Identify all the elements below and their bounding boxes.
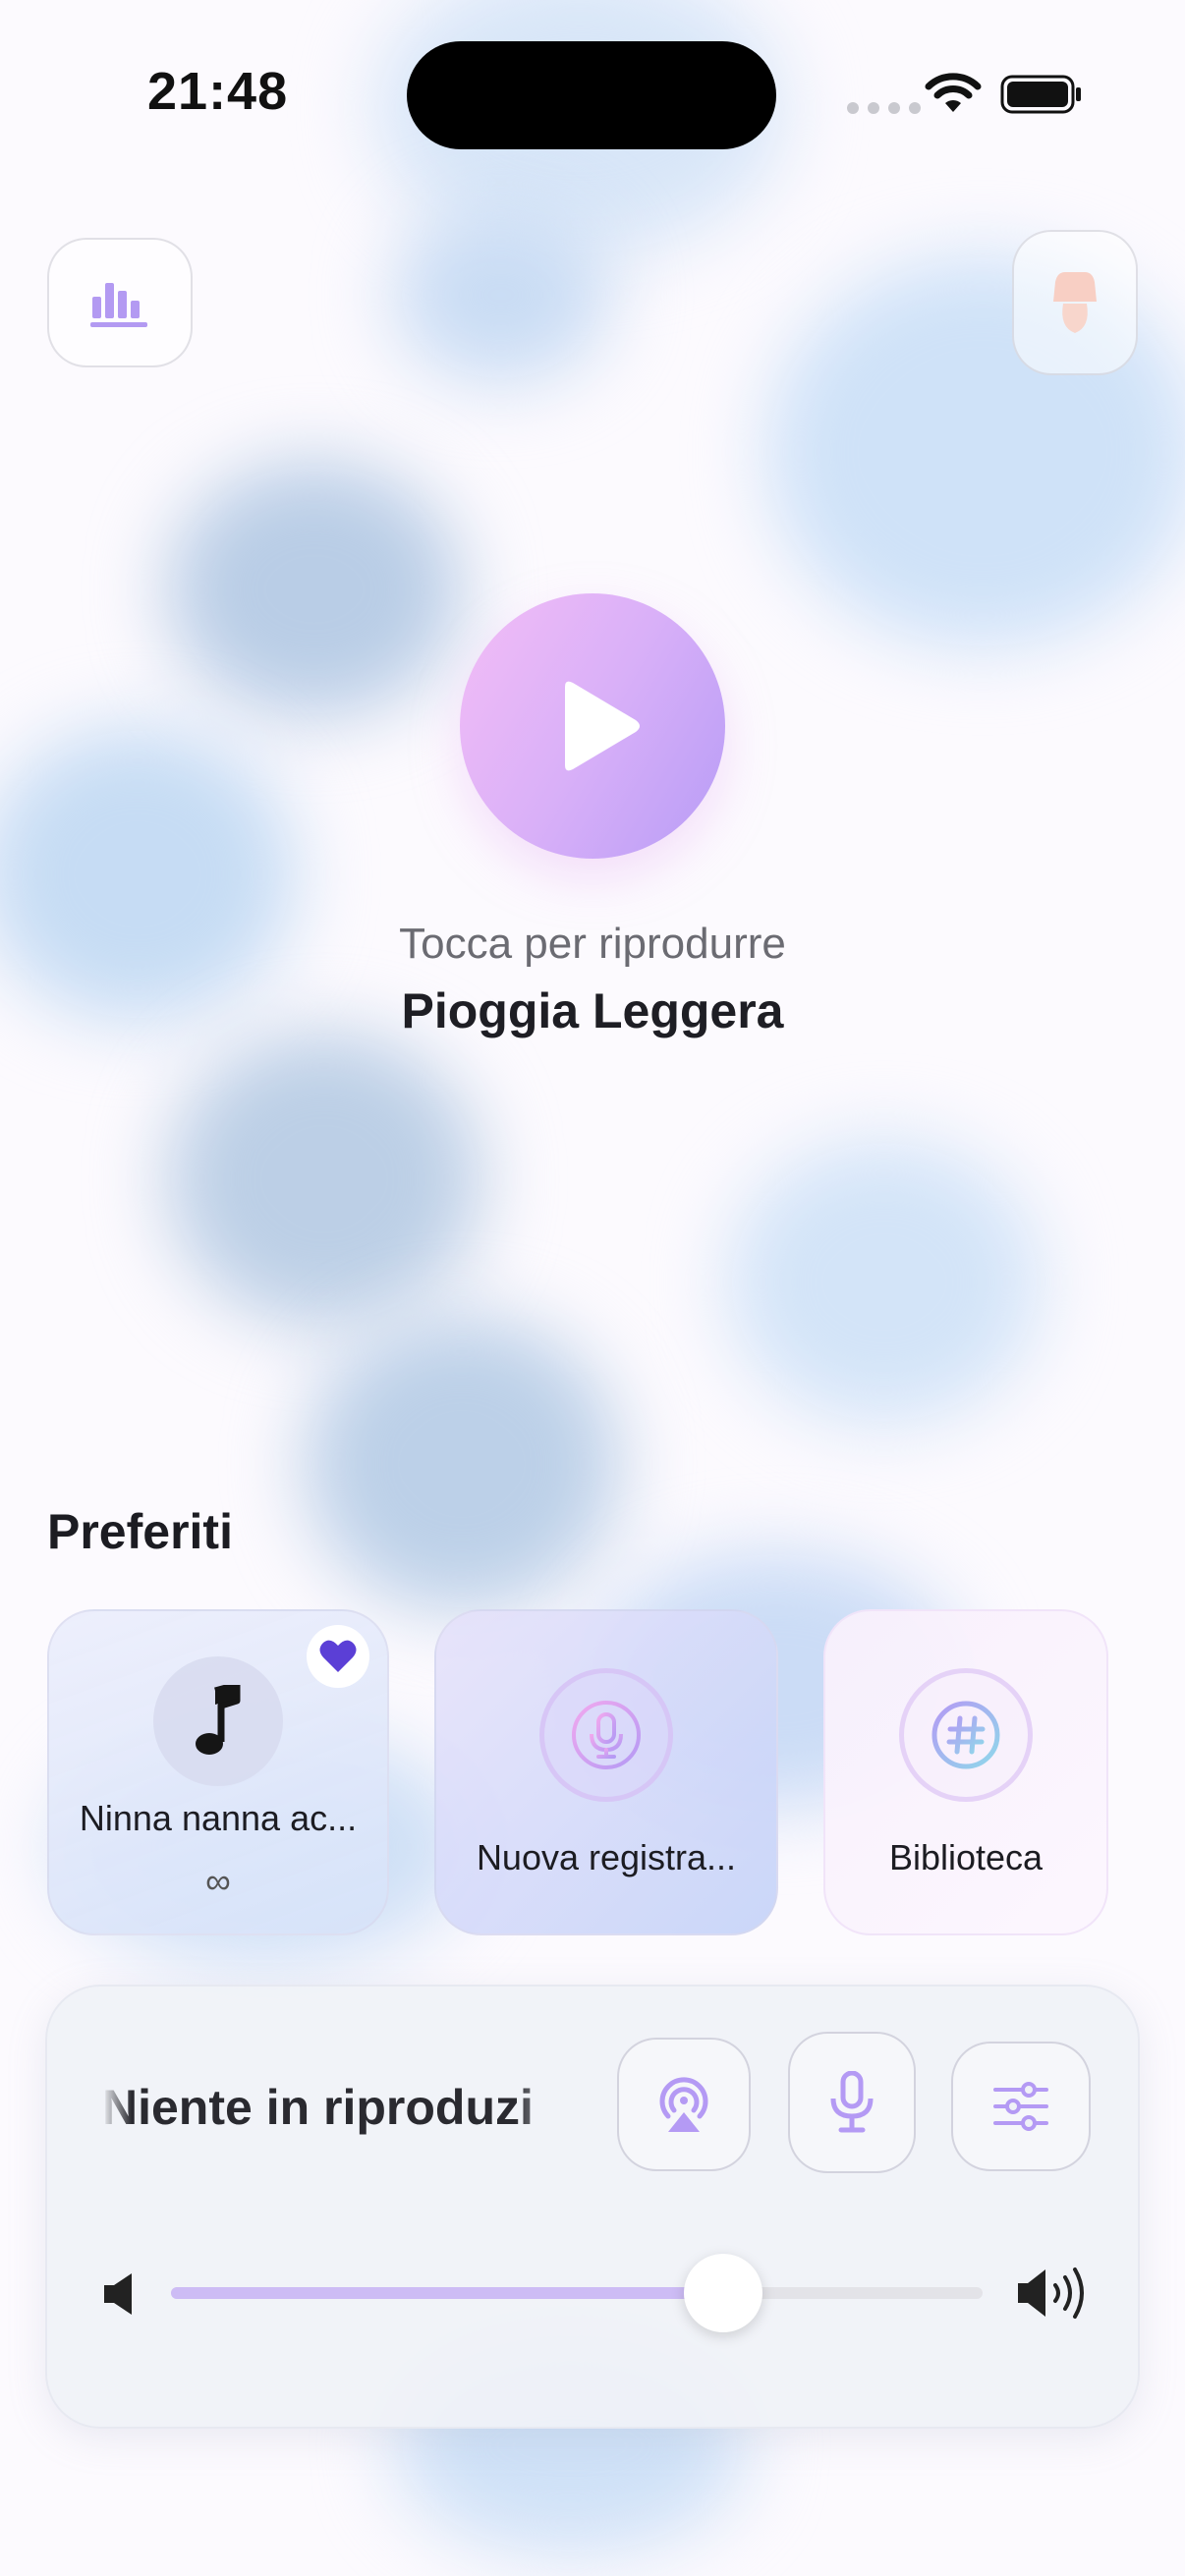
night-lamp-button[interactable]	[1012, 230, 1138, 375]
favorites-title: Preferiti	[47, 1504, 233, 1559]
hashtag-icon	[931, 1701, 1000, 1769]
volume-slider-fill	[171, 2287, 723, 2299]
record-button[interactable]	[788, 2032, 916, 2173]
airplay-icon	[659, 2077, 708, 2132]
microphone-icon	[572, 1701, 641, 1769]
favorite-card-new-recording[interactable]: Nuova registra...	[434, 1609, 778, 1935]
now-playing-text: Niente in riproduzi	[102, 2080, 534, 2135]
favorite-label: Ninna nanna ac...	[79, 1798, 358, 1838]
favorite-duration: ∞	[205, 1861, 231, 1901]
cellular-signal-icon	[847, 102, 921, 114]
microphone-icon	[830, 2071, 874, 2133]
sliders-icon	[993, 2082, 1048, 2131]
heart-icon	[319, 1640, 357, 1672]
night-lamp-icon	[1053, 272, 1097, 333]
play-icon	[565, 681, 640, 771]
favorite-card-lullaby[interactable]: Ninna nanna ac... ∞	[47, 1609, 389, 1935]
background-blob	[167, 1032, 481, 1326]
fav-icon-circle	[153, 1656, 283, 1786]
background-blob	[305, 1316, 619, 1611]
background-blob	[167, 462, 462, 717]
favorite-card-library[interactable]: Biblioteca	[823, 1609, 1108, 1935]
fav-icon-circle	[899, 1668, 1033, 1802]
track-title: Pioggia Leggera	[401, 983, 784, 1038]
favorite-badge[interactable]	[307, 1625, 369, 1688]
background-blob	[0, 727, 295, 1022]
wifi-icon	[925, 73, 982, 112]
favorite-label: Biblioteca	[888, 1837, 1044, 1877]
volume-slider-thumb[interactable]	[683, 2254, 762, 2332]
background-blob	[393, 206, 609, 383]
background-blob	[727, 1140, 1042, 1425]
battery-icon	[1000, 75, 1081, 114]
tap-to-play-hint: Tocca per riprodurre	[399, 920, 786, 968]
volume-high-icon	[1018, 2268, 1084, 2319]
bar-chart-icon	[90, 283, 147, 327]
dynamic-island	[407, 41, 776, 149]
player-panel: Niente in riproduzi	[45, 1985, 1140, 2429]
fav-icon-circle	[539, 1668, 673, 1802]
airplay-button[interactable]	[617, 2038, 751, 2171]
play-button[interactable]	[460, 593, 725, 859]
favorite-label: Nuova registra...	[476, 1837, 737, 1877]
settings-sliders-button[interactable]	[951, 2042, 1091, 2171]
stats-button[interactable]	[47, 238, 193, 367]
music-note-icon	[196, 1685, 241, 1755]
status-time: 21:48	[147, 62, 289, 121]
volume-low-icon	[104, 2273, 132, 2315]
volume-slider[interactable]	[171, 2254, 983, 2332]
